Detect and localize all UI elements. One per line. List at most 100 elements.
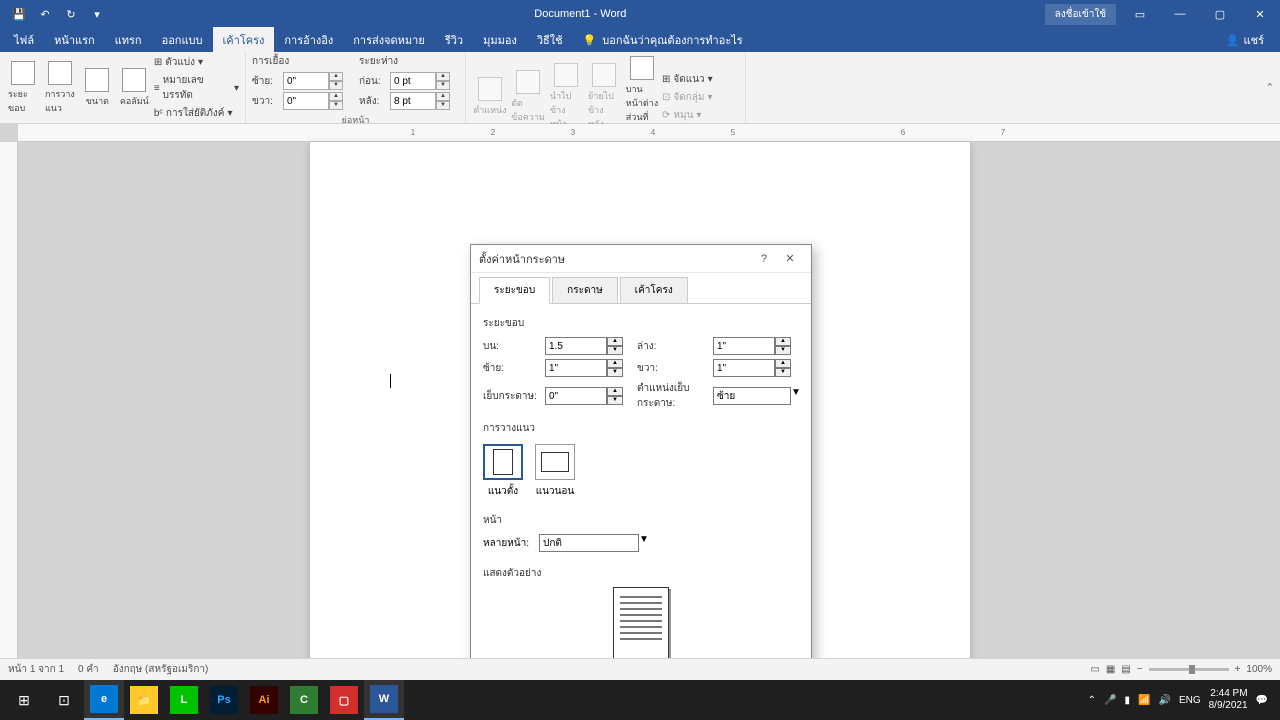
dialog-help-button[interactable]: ? [751, 253, 777, 265]
word-icon[interactable]: W [364, 680, 404, 720]
size-label: ขนาด [86, 94, 109, 108]
tray-clock[interactable]: 2:44 PM 8/9/2021 [1209, 688, 1248, 712]
top-margin-input[interactable]: ▲▼ [545, 337, 631, 355]
size-button[interactable]: ขนาด [80, 66, 115, 110]
left-label: ซ้าย: [483, 361, 539, 376]
signin-button[interactable]: ลงชื่อเข้าใช้ [1045, 4, 1116, 25]
taskbar: ⊞ ⊡ e 📁 L Ps Ai C ▢ W ⌃ 🎤 ▮ 📶 🔊 ENG 2:44… [0, 680, 1280, 720]
dialog-close-button[interactable]: ✕ [777, 252, 803, 265]
orientation-button[interactable]: การวาง แนว [43, 59, 78, 117]
share-icon: 👤 [1226, 34, 1240, 47]
dialog-tab-margins[interactable]: ระยะขอบ [479, 277, 550, 304]
edge-icon[interactable]: e [84, 680, 124, 720]
indent-right-spinner[interactable]: ▲▼ [283, 92, 343, 110]
zoom-slider[interactable] [1149, 668, 1229, 671]
undo-button[interactable]: ↶ [34, 3, 56, 25]
tab-review[interactable]: รีวิว [435, 27, 473, 53]
align-button[interactable]: ⊞ จัดแนว ▾ [662, 71, 713, 88]
right-label: ขวา: [637, 361, 707, 376]
app-icon[interactable]: ▢ [324, 680, 364, 720]
tray-notifications-icon[interactable]: 💬 [1256, 695, 1268, 706]
orientation-section-label: การวางแนว [483, 421, 799, 436]
document-area: 1234567 ตั้งค่าหน้ากระดาษ ? ✕ ระยะขอบ กร… [0, 124, 1280, 664]
view-print-icon[interactable]: ▦ [1106, 664, 1115, 675]
right-margin-input[interactable]: ▲▼ [713, 359, 799, 377]
view-read-icon[interactable]: ▭ [1090, 664, 1099, 675]
wrap-text-button: ตัด ข้อความ [510, 68, 546, 126]
tell-me-label: บอกฉันว่าคุณต้องการทำอะไร [602, 31, 742, 49]
save-button[interactable]: 💾 [8, 3, 30, 25]
tray-wifi-icon[interactable]: 📶 [1138, 695, 1150, 706]
portrait-button[interactable]: แนวตั้ง [483, 444, 523, 499]
horizontal-ruler[interactable]: 1234567 [18, 124, 1280, 142]
explorer-icon[interactable]: 📁 [124, 680, 164, 720]
dialog-tab-paper[interactable]: กระดาษ [552, 277, 618, 303]
ribbon-options-icon[interactable]: ▭ [1120, 0, 1160, 28]
tray-chevron-icon[interactable]: ⌃ [1088, 695, 1096, 706]
spacing-title: ระยะห่าง [359, 54, 450, 69]
tab-insert[interactable]: แทรก [105, 27, 152, 53]
indent-left-spinner[interactable]: ▲▼ [283, 72, 343, 90]
tab-file[interactable]: ไฟล์ [4, 27, 44, 53]
text-cursor [390, 374, 391, 388]
share-button[interactable]: 👤 แชร์ [1226, 31, 1264, 49]
columns-button[interactable]: คอลัมน์ [117, 66, 152, 110]
bring-forward-button: นำไป ข้างหน้า [548, 61, 584, 133]
breaks-button[interactable]: ⊞ ตัวแบ่ง ▾ [154, 54, 239, 71]
illustrator-icon[interactable]: Ai [244, 680, 284, 720]
send-backward-button: ย้ายไปข้าง หลัง [586, 61, 622, 133]
start-button[interactable]: ⊞ [4, 680, 44, 720]
tray-volume-icon[interactable]: 🔊 [1158, 695, 1170, 706]
tab-layout[interactable]: เค้าโครง [213, 27, 275, 53]
gutter-label: เย็บกระดาษ: [483, 389, 539, 404]
document-title: Document1 - Word [116, 8, 1045, 20]
tab-home[interactable]: หน้าแรก [44, 27, 105, 53]
line-icon[interactable]: L [164, 680, 204, 720]
top-label: บน: [483, 339, 539, 354]
spacing-after-spinner[interactable]: ▲▼ [390, 92, 450, 110]
minimize-button[interactable]: — [1160, 0, 1200, 28]
page-setup-dialog: ตั้งค่าหน้ากระดาษ ? ✕ ระยะขอบ กระดาษ เค้… [470, 244, 812, 664]
tab-view[interactable]: มุมมอง [473, 27, 527, 53]
word-count[interactable]: 0 คำ [78, 662, 99, 677]
spacing-before-spinner[interactable]: ▲▼ [390, 72, 450, 90]
tab-design[interactable]: ออกแบบ [152, 27, 213, 53]
hyphenation-button[interactable]: bᶜ การใส่ยัติภังค์ ▾ [154, 105, 239, 122]
margins-button[interactable]: ระยะ ขอบ [6, 59, 41, 117]
dialog-tab-layout[interactable]: เค้าโครง [620, 277, 688, 303]
vertical-ruler[interactable] [0, 142, 18, 664]
landscape-button[interactable]: แนวนอน [535, 444, 575, 499]
left-margin-input[interactable]: ▲▼ [545, 359, 631, 377]
zoom-level[interactable]: 100% [1246, 664, 1272, 675]
tray-battery-icon[interactable]: ▮ [1125, 695, 1131, 706]
zoom-out-button[interactable]: − [1137, 664, 1143, 675]
gutter-input[interactable]: ▲▼ [545, 387, 631, 405]
maximize-button[interactable]: ▢ [1200, 0, 1240, 28]
camtasia-icon[interactable]: C [284, 680, 324, 720]
tray-mic-icon[interactable]: 🎤 [1104, 695, 1116, 706]
tray-language[interactable]: ENG [1179, 695, 1201, 706]
tab-help[interactable]: วิธีใช้ [527, 27, 573, 53]
close-button[interactable]: ✕ [1240, 0, 1280, 28]
dialog-title: ตั้งค่าหน้ากระดาษ [479, 250, 751, 268]
collapse-ribbon-icon[interactable]: ⌃ [1266, 82, 1274, 93]
photoshop-icon[interactable]: Ps [204, 680, 244, 720]
language-indicator[interactable]: อังกฤษ (สหรัฐอเมริกา) [113, 662, 209, 677]
qat-customize[interactable]: ▾ [86, 3, 108, 25]
group-button: ⊡ จัดกลุ่ม ▾ [662, 89, 713, 106]
redo-button[interactable]: ↻ [60, 3, 82, 25]
multiple-pages-select[interactable]: ▼ [539, 534, 659, 552]
bottom-label: ล่าง: [637, 339, 707, 354]
gutter-position-select[interactable]: ▼ [713, 387, 799, 405]
page-indicator[interactable]: หน้า 1 จาก 1 [8, 662, 64, 677]
view-web-icon[interactable]: ▤ [1121, 664, 1130, 675]
line-numbers-button[interactable]: ≡ หมายเลขบรรทัด ▾ [154, 72, 239, 104]
task-view-button[interactable]: ⊡ [44, 680, 84, 720]
tab-references[interactable]: การอ้างอิง [274, 27, 343, 53]
bottom-margin-input[interactable]: ▲▼ [713, 337, 799, 355]
ribbon: ระยะ ขอบ การวาง แนว ขนาด คอลัมน์ ⊞ ตัวแบ… [0, 52, 1280, 124]
tab-mailings[interactable]: การส่งจดหมาย [343, 27, 435, 53]
zoom-in-button[interactable]: + [1235, 664, 1241, 675]
preview-section-label: แสดงตัวอย่าง [483, 566, 799, 581]
tell-me-search[interactable]: 💡 บอกฉันว่าคุณต้องการทำอะไร [583, 31, 743, 49]
